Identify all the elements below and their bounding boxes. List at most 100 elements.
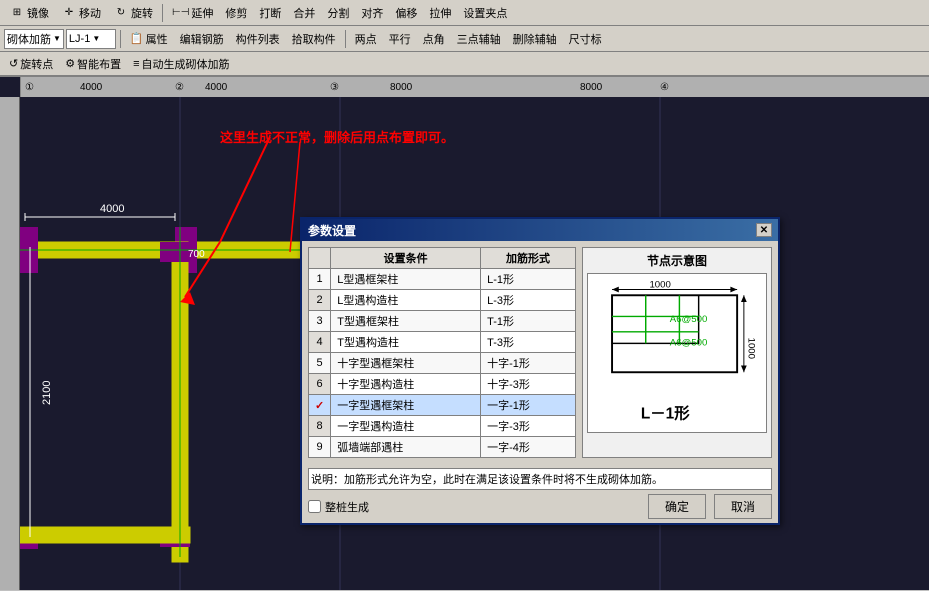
smart-layout-icon: ⚙: [65, 57, 75, 70]
rotate-icon: ↻: [113, 5, 129, 21]
separator2: [120, 30, 121, 48]
edit-rebar-btn[interactable]: 编辑钢筋: [175, 29, 229, 49]
svg-text:②: ②: [175, 82, 184, 93]
row-num-cell: 4: [309, 332, 331, 353]
col-type-header: 加筋形式: [481, 248, 576, 269]
param-table-row[interactable]: 5十字型遇框架柱十字-1形: [309, 353, 576, 374]
annotation-text: 这里生成不正常，删除后用点布置即可。: [220, 127, 454, 146]
param-table-row[interactable]: 9弧墙端部遇柱一字-4形: [309, 437, 576, 458]
svg-text:4000: 4000: [100, 203, 124, 215]
smart-layout-btn[interactable]: ⚙ 智能布置: [60, 54, 126, 74]
ruler-horizontal: 4000 4000 8000 8000 ① ② ③ ④: [20, 77, 929, 97]
svg-text:L－1形: L－1形: [641, 403, 690, 422]
param-table-row[interactable]: ✓一字型遇框架柱一字-1形: [309, 395, 576, 416]
del-axis-btn[interactable]: 删除辅轴: [508, 29, 562, 49]
btn-group: 确定 取消: [648, 494, 772, 519]
mirror-btn[interactable]: ⊞ 镜像: [4, 3, 54, 23]
extend-btn[interactable]: ⊢⊣ 延伸: [167, 3, 218, 23]
extend-icon: ⊢⊣: [172, 7, 189, 18]
ok-button[interactable]: 确定: [648, 494, 706, 519]
ruler-vertical: [0, 97, 20, 590]
svg-text:④: ④: [660, 82, 669, 93]
type-cell: 十字-3形: [481, 374, 576, 395]
member-id-dropdown[interactable]: LJ-1 ▼: [66, 29, 116, 49]
row-num-cell: 6: [309, 374, 331, 395]
row-num-cell: 5: [309, 353, 331, 374]
svg-text:1000: 1000: [649, 280, 670, 291]
svg-text:4000: 4000: [205, 82, 228, 93]
condition-cell: 一字型遇框架柱: [331, 395, 481, 416]
svg-text:1000: 1000: [746, 338, 757, 359]
dialog-note: 说明：加筋形式允许为空，此时在满足该设置条件时将不生成砌体加筋。: [308, 468, 772, 490]
point-angle-btn[interactable]: 点角: [418, 29, 450, 49]
param-table-row[interactable]: 1L型遇框架柱L-1形: [309, 269, 576, 290]
svg-text:A6@500: A6@500: [670, 337, 708, 348]
rotate-point-btn[interactable]: ↺ 旋转点: [4, 54, 58, 74]
break-btn[interactable]: 打断: [254, 3, 286, 23]
col-num-header: [309, 248, 331, 269]
two-point-btn[interactable]: 两点: [350, 29, 382, 49]
dialog-title: 参数设置: [308, 222, 356, 239]
checkbox-label[interactable]: 整桩生成: [308, 499, 369, 515]
rotate-btn[interactable]: ↻ 旋转: [108, 3, 158, 23]
separator1: [162, 4, 163, 22]
dropdown1-arrow: ▼: [53, 34, 61, 43]
separator3: [345, 30, 346, 48]
merge-btn[interactable]: 合并: [288, 3, 320, 23]
param-table-row[interactable]: 6十字型遇构造柱十字-3形: [309, 374, 576, 395]
mirror-icon: ⊞: [9, 5, 25, 21]
type-cell: 一字-4形: [481, 437, 576, 458]
svg-text:③: ③: [330, 82, 339, 93]
type-cell: L-1形: [481, 269, 576, 290]
dialog-close-button[interactable]: ✕: [756, 223, 772, 237]
svg-text:①: ①: [25, 82, 34, 93]
condition-cell: 十字型遇框架柱: [331, 353, 481, 374]
type-cell: T-1形: [481, 311, 576, 332]
col-condition-header: 设置条件: [331, 248, 481, 269]
dialog-footer: 说明：加筋形式允许为空，此时在满足该设置条件时将不生成砌体加筋。 整桩生成 确定…: [302, 464, 778, 523]
dialog-bottom: 整桩生成 确定 取消: [308, 494, 772, 519]
param-table-row[interactable]: 4T型遇构造柱T-3形: [309, 332, 576, 353]
three-point-axis-btn[interactable]: 三点辅轴: [452, 29, 506, 49]
dim-btn[interactable]: 尺寸标: [564, 29, 607, 49]
param-table-row[interactable]: 8一字型遇构造柱一字-3形: [309, 416, 576, 437]
pick-member-btn[interactable]: 拾取构件: [287, 29, 341, 49]
row-num-cell: 2: [309, 290, 331, 311]
type-cell: 一字-3形: [481, 416, 576, 437]
property-icon: 📋: [130, 32, 144, 45]
condition-cell: L型遇框架柱: [331, 269, 481, 290]
align-btn[interactable]: 对齐: [356, 3, 388, 23]
type-cell: T-3形: [481, 332, 576, 353]
param-table-row[interactable]: 2L型遇构造柱L-3形: [309, 290, 576, 311]
param-settings-dialog[interactable]: 参数设置 ✕ 设置条件 加筋形式: [300, 217, 780, 525]
condition-cell: T型遇框架柱: [331, 311, 481, 332]
integral-gen-checkbox[interactable]: [308, 500, 321, 513]
member-type-dropdown[interactable]: 砌体加筋 ▼: [4, 29, 64, 49]
parallel-btn[interactable]: 平行: [384, 29, 416, 49]
svg-text:700: 700: [188, 249, 205, 260]
dialog-left-panel: 设置条件 加筋形式 1L型遇框架柱L-1形2L型遇构造柱L-3形3T型遇框架柱T…: [308, 247, 576, 458]
offset-btn[interactable]: 偏移: [390, 3, 422, 23]
cancel-button[interactable]: 取消: [714, 494, 772, 519]
auto-gen-btn[interactable]: ≡ 自动生成砌体加筋: [128, 54, 234, 74]
dialog-titlebar: 参数设置 ✕: [302, 219, 778, 241]
type-cell: 十字-1形: [481, 353, 576, 374]
param-table-row[interactable]: 3T型遇框架柱T-1形: [309, 311, 576, 332]
move-btn[interactable]: ✛ 移动: [56, 3, 106, 23]
svg-text:4000: 4000: [80, 82, 103, 93]
move-icon: ✛: [61, 5, 77, 21]
rotate-point-icon: ↺: [9, 57, 18, 70]
condition-cell: 一字型遇构造柱: [331, 416, 481, 437]
row-num-cell: 1: [309, 269, 331, 290]
stretch-btn[interactable]: 拉伸: [424, 3, 456, 23]
row-num-cell: 3: [309, 311, 331, 332]
member-list-btn[interactable]: 构件列表: [231, 29, 285, 49]
trim-btn[interactable]: 修剪: [220, 3, 252, 23]
dialog-body: 设置条件 加筋形式 1L型遇框架柱L-1形2L型遇构造柱L-3形3T型遇框架柱T…: [302, 241, 778, 464]
split-btn[interactable]: 分割: [322, 3, 354, 23]
svg-text:2100: 2100: [41, 381, 53, 405]
setgrip-btn[interactable]: 设置夹点: [458, 3, 512, 23]
toolbar-row2: 砌体加筋 ▼ LJ-1 ▼ 📋 属性 编辑钢筋 构件列表 拾取构件 两点 平行 …: [0, 26, 929, 52]
row-num-cell: 8: [309, 416, 331, 437]
property-btn[interactable]: 📋 属性: [125, 29, 173, 49]
